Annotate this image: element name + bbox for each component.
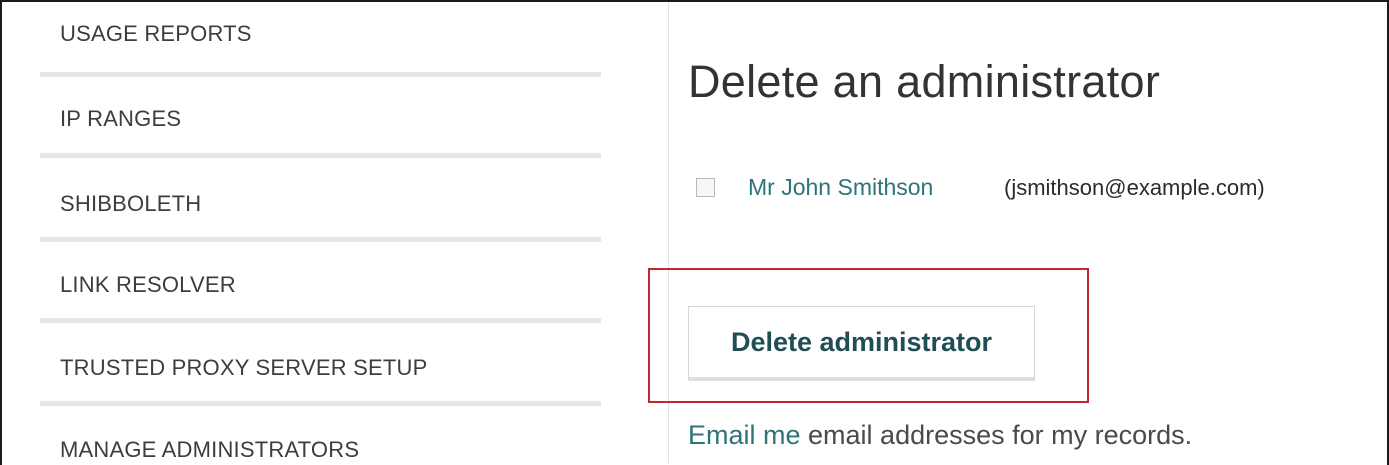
admin-email: (jsmithson@example.com) [1004,175,1265,200]
main-content: Delete an administrator Mr John Smithson… [0,0,1389,463]
email-records-text: email addresses for my records. [800,420,1193,450]
delete-administrator-button[interactable]: Delete administrator [688,306,1035,381]
page-title: Delete an administrator [688,56,1161,107]
admin-name-link[interactable]: Mr John Smithson [748,174,933,201]
email-records-line: Email me email addresses for my records. [688,420,1192,451]
admin-select-checkbox[interactable] [696,178,715,197]
email-me-link[interactable]: Email me [688,420,801,450]
